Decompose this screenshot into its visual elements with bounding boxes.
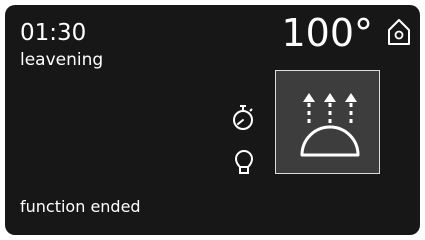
light-bulb-icon	[235, 150, 253, 174]
oven-display: 01:30 leavening 100° function ended	[5, 5, 420, 235]
function-status: function ended	[20, 197, 141, 216]
remaining-time: 01:30	[20, 20, 87, 46]
leavening-function-icon	[300, 93, 360, 157]
cooking-mode-label: leavening	[20, 50, 104, 70]
home-icon	[388, 19, 410, 45]
timer-button[interactable]	[230, 103, 256, 133]
home-button[interactable]	[386, 17, 412, 47]
timer-icon	[233, 105, 253, 130]
light-button[interactable]	[233, 149, 255, 177]
function-selector[interactable]	[275, 70, 380, 174]
temperature-display[interactable]: 100°	[281, 11, 373, 55]
